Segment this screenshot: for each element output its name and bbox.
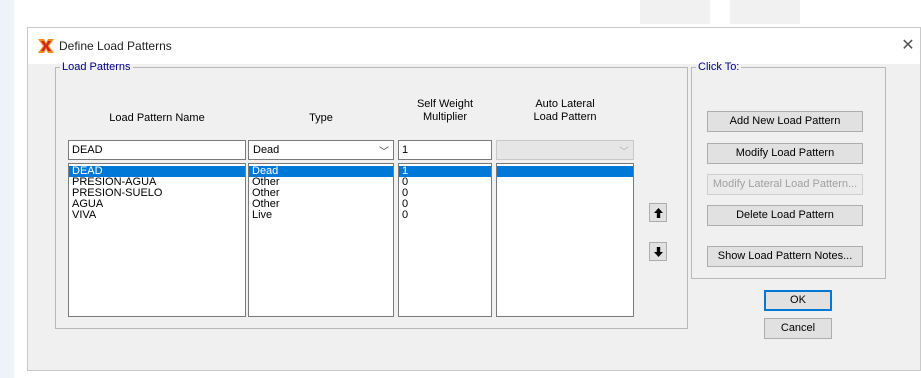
define-load-patterns-dialog: Define Load Patterns ✕ Load Patterns Loa… [27, 27, 921, 371]
header-load-pattern-name: Load Pattern Name [109, 112, 205, 124]
cancel-button[interactable]: Cancel [764, 318, 832, 339]
modify-lateral-load-pattern-button: Modify Lateral Load Pattern... [707, 174, 863, 195]
header-type: Type [309, 112, 333, 124]
type-dropdown[interactable]: Dead ﹀ [248, 140, 394, 160]
self-weight-list[interactable]: 1 0 0 0 0 [398, 163, 492, 317]
load-pattern-name-input[interactable] [68, 140, 246, 160]
list-item[interactable]: 0 [399, 199, 491, 210]
type-dropdown-value: Dead [253, 144, 280, 156]
list-item[interactable]: 0 [399, 210, 491, 221]
load-pattern-name-list[interactable]: DEAD PRESION-AGUA PRESION-SUELO AGUA VIV… [68, 163, 246, 317]
chevron-down-icon: ﹀ [619, 147, 629, 158]
move-down-button[interactable] [649, 242, 667, 261]
move-up-button[interactable] [649, 203, 667, 222]
delete-load-pattern-button[interactable]: Delete Load Pattern [707, 205, 863, 226]
arrow-up-icon [654, 208, 663, 218]
add-new-load-pattern-button[interactable]: Add New Load Pattern [707, 111, 863, 132]
load-patterns-legend: Load Patterns [62, 61, 131, 73]
click-to-legend: Click To: [698, 61, 740, 73]
list-item[interactable]: VIVA [69, 210, 245, 221]
type-list[interactable]: Dead Other Other Other Live [248, 163, 394, 317]
background-shape [640, 0, 710, 24]
list-item[interactable]: 0 [399, 177, 491, 188]
header-auto-lateral: Auto Lateral Load Pattern [533, 98, 597, 123]
list-item[interactable]: 0 [399, 188, 491, 199]
self-weight-input[interactable] [398, 140, 492, 160]
close-icon[interactable]: ✕ [896, 28, 920, 64]
list-item[interactable]: 1 [399, 166, 491, 177]
modify-load-pattern-button[interactable]: Modify Load Pattern [707, 143, 863, 164]
ok-button[interactable]: OK [764, 290, 832, 311]
define-load-patterns-icon [37, 37, 55, 55]
window-title: Define Load Patterns [59, 39, 172, 53]
auto-lateral-list[interactable] [496, 163, 634, 317]
chevron-down-icon: ﹀ [379, 147, 389, 158]
list-item[interactable]: Live [249, 210, 393, 221]
background-strip [0, 0, 14, 378]
header-self-weight: Self Weight Multiplier [416, 98, 474, 123]
auto-lateral-dropdown: ﹀ [496, 140, 634, 160]
show-load-pattern-notes-button[interactable]: Show Load Pattern Notes... [707, 246, 863, 267]
arrow-down-icon [654, 247, 663, 257]
background-shape [730, 0, 800, 24]
title-bar: Define Load Patterns ✕ [28, 28, 920, 64]
list-item[interactable] [497, 166, 633, 177]
